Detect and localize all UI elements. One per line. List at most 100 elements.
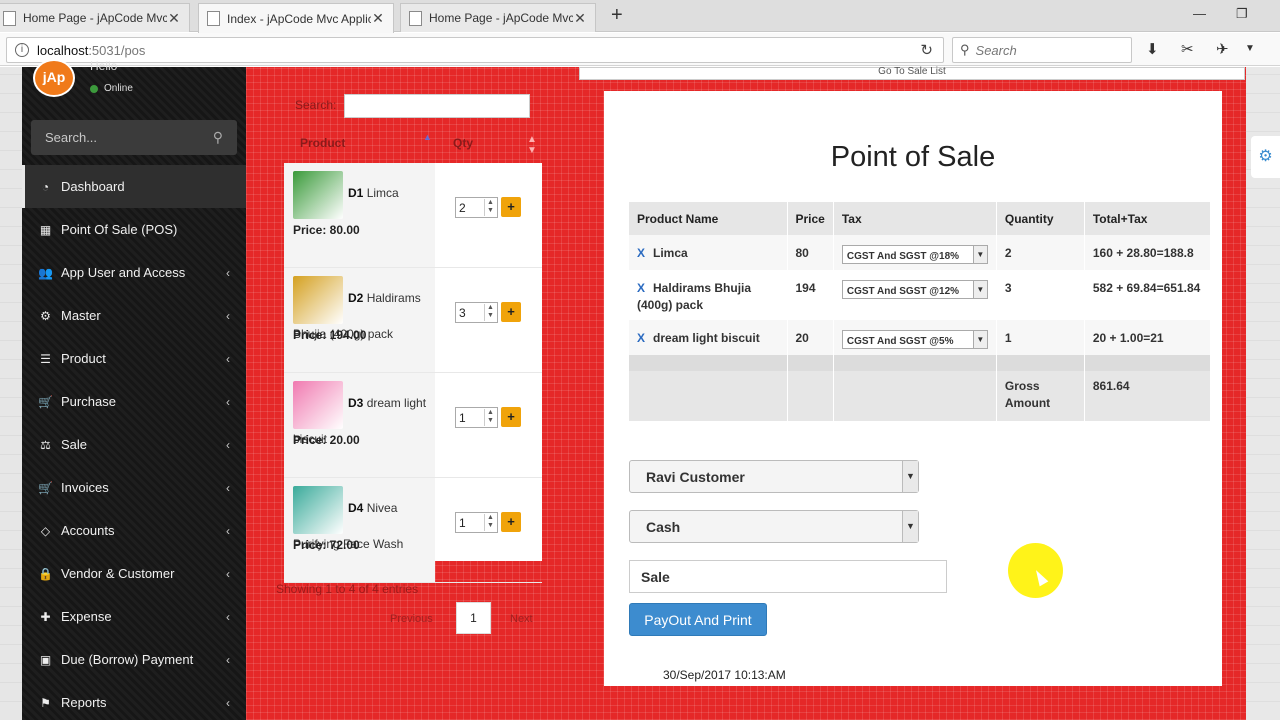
sidebar-item-master[interactable]: ⚙ Master ‹	[22, 294, 246, 337]
sort-icon[interactable]: ▲	[423, 132, 432, 142]
sidebar-item-vendor-customer[interactable]: 🔒 Vendor & Customer ‹	[22, 552, 246, 595]
quantity-stepper[interactable]: 3 ▲ ▼	[455, 302, 498, 323]
browser-tab-active[interactable]: Index - jApCode Mvc Applic ✕	[198, 3, 394, 33]
add-to-cart-button[interactable]: +	[501, 302, 521, 322]
chevron-down-icon[interactable]: ▼	[972, 331, 987, 348]
product-code: D1	[348, 186, 364, 200]
chevron-down-icon[interactable]: ▼	[972, 281, 987, 298]
sort-icon[interactable]: ▲ ▼	[527, 134, 537, 156]
restore-icon[interactable]: ❐	[1236, 6, 1248, 22]
chevron-left-icon: ‹	[226, 437, 230, 452]
cart-row: Xdream light biscuit 20 CGST And SGST @5% ▼…	[629, 320, 1212, 355]
sidebar-item-product[interactable]: ☰ Product ‹	[22, 337, 246, 380]
cart-tax-cell: CGST And SGST @5% ▼	[833, 320, 997, 355]
close-icon[interactable]: ✕	[573, 10, 587, 27]
column-header-product[interactable]: Product	[300, 136, 345, 150]
payment-mode-select[interactable]: Cash ▼	[629, 510, 919, 543]
tax-select[interactable]: CGST And SGST @12% ▼	[841, 280, 988, 299]
customer-value: Ravi Customer	[646, 469, 745, 485]
minimize-icon[interactable]: —	[1193, 6, 1206, 21]
sale-type-input[interactable]: Sale	[629, 560, 947, 593]
sidebar-item-expense[interactable]: ✚ Expense ‹	[22, 595, 246, 638]
quantity-stepper[interactable]: 1 ▲ ▼	[455, 407, 498, 428]
product-row: D1 Limca Price: 80.00 2 ▲ ▼ +	[284, 163, 542, 268]
new-tab-icon[interactable]: +	[611, 5, 623, 25]
cart-quantity: 3	[996, 270, 1085, 320]
remove-item-button[interactable]: X	[637, 281, 645, 295]
screenshot-icon[interactable]: ✂	[1181, 40, 1194, 58]
chevron-left-icon: ‹	[226, 265, 230, 280]
sidebar-item-sale[interactable]: ⚖ Sale ‹	[22, 423, 246, 466]
sidebar-item-purchase[interactable]: 🛒 Purchase ‹	[22, 380, 246, 423]
address-bar[interactable]: i localhost:5031/pos ↻	[6, 37, 944, 63]
settings-gear-icon[interactable]: ⚙	[1251, 136, 1280, 178]
avatar: jAp	[33, 59, 75, 97]
spinner-arrows-icon[interactable]: ▲ ▼	[484, 199, 496, 216]
user-greeting: Hello	[90, 59, 118, 73]
sidebar-item-app-user-and-access[interactable]: 👥 App User and Access ‹	[22, 251, 246, 294]
column-header: Quantity	[996, 202, 1085, 235]
add-to-cart-button[interactable]: +	[501, 512, 521, 532]
sidebar-search-input[interactable]: Search... ⚲	[31, 120, 237, 155]
chevron-left-icon: ‹	[226, 308, 230, 323]
add-to-cart-button[interactable]: +	[501, 197, 521, 217]
extension-icon[interactable]: ✈	[1216, 40, 1229, 58]
sidebar-item-accounts[interactable]: ◇ Accounts ‹	[22, 509, 246, 552]
sidebar-item-point-of-sale-pos[interactable]: ▦ Point Of Sale (POS)	[22, 208, 246, 251]
browser-search-input[interactable]: ⚲ Search	[952, 37, 1132, 63]
spinner-arrows-icon[interactable]: ▲ ▼	[484, 304, 496, 321]
remove-item-button[interactable]: X	[637, 331, 645, 345]
browser-tab-bar: Home Page - jApCode Mvc ✕ Index - jApCod…	[0, 0, 1280, 33]
chevron-down-icon[interactable]: ▼	[902, 461, 918, 492]
product-search-input[interactable]	[344, 94, 530, 118]
column-header-qty[interactable]: Qty	[453, 136, 473, 150]
quantity-stepper[interactable]: 1 ▲ ▼	[455, 512, 498, 533]
add-to-cart-button[interactable]: +	[501, 407, 521, 427]
cart-price: 80	[787, 235, 834, 270]
chevron-down-icon[interactable]: ▼	[972, 246, 987, 263]
pos-card: Point of Sale Product Name Price Tax Qua…	[604, 91, 1222, 686]
sidebar-item-reports[interactable]: ⚑ Reports ‹	[22, 681, 246, 724]
remove-item-button[interactable]: X	[637, 246, 645, 260]
close-icon[interactable]: ✕	[167, 10, 181, 27]
sidebar-item-due-borrow-payment[interactable]: ▣ Due (Borrow) Payment ‹	[22, 638, 246, 681]
info-icon[interactable]: i	[15, 43, 29, 57]
sale-list-link[interactable]: Go To Sale List	[579, 67, 1245, 80]
diamond-icon: ◇	[40, 523, 51, 538]
browser-tab[interactable]: Home Page - jApCode Mvc ✕	[400, 3, 596, 32]
column-header: Tax	[833, 202, 997, 235]
cart-body: X Limca 80 CGST And SGST @18% ▼ 2 160 + 28.80=…	[629, 235, 1212, 421]
cart-quantity: 2	[996, 235, 1085, 270]
customer-select[interactable]: Ravi Customer ▼	[629, 460, 919, 493]
page-number-button[interactable]: 1	[456, 602, 491, 634]
browser-tab[interactable]: Home Page - jApCode Mvc ✕	[0, 3, 190, 32]
payout-print-button[interactable]: PayOut And Print	[629, 603, 767, 636]
search-icon[interactable]: ⚲	[213, 129, 223, 146]
product-title: Limca	[366, 186, 399, 200]
sidebar-item-dashboard[interactable]: ◔ Dashboard	[22, 165, 246, 208]
tax-select[interactable]: CGST And SGST @5% ▼	[841, 330, 988, 349]
sidebar-item-invoices[interactable]: 🛒 Invoices ‹	[22, 466, 246, 509]
next-page-link[interactable]: Next	[510, 613, 533, 625]
download-icon[interactable]: ⬇	[1146, 40, 1159, 58]
page-margin-left	[0, 67, 22, 720]
browser-nav-bar: i localhost:5031/pos ↻ ⚲ Search	[0, 33, 1280, 66]
reload-icon[interactable]: ↻	[920, 41, 933, 59]
cart-product-name: Limca	[653, 246, 688, 260]
tax-value: CGST And SGST @5%	[846, 336, 954, 347]
tab-label: Home Page - jApCode Mvc	[429, 11, 573, 25]
close-icon[interactable]: ✕	[371, 10, 385, 27]
previous-page-link[interactable]: Previous	[390, 613, 433, 625]
spinner-arrows-icon[interactable]: ▲ ▼	[484, 409, 496, 426]
sidebar-item-label: Reports	[61, 695, 107, 710]
tax-select[interactable]: CGST And SGST @18% ▼	[841, 245, 988, 264]
cart-tax-cell: CGST And SGST @18% ▼	[833, 235, 997, 270]
chevron-down-icon[interactable]: ▼	[902, 511, 918, 542]
sidebar-item-label: Vendor & Customer	[61, 566, 175, 581]
spinner-arrows-icon[interactable]: ▲ ▼	[484, 514, 496, 531]
menu-arrow-icon[interactable]: ▼	[1245, 43, 1255, 54]
cart-product-cell: X Limca	[629, 235, 788, 270]
quantity-stepper[interactable]: 2 ▲ ▼	[455, 197, 498, 218]
dashboard-icon: ◔	[41, 179, 50, 194]
chevron-left-icon: ‹	[226, 351, 230, 366]
